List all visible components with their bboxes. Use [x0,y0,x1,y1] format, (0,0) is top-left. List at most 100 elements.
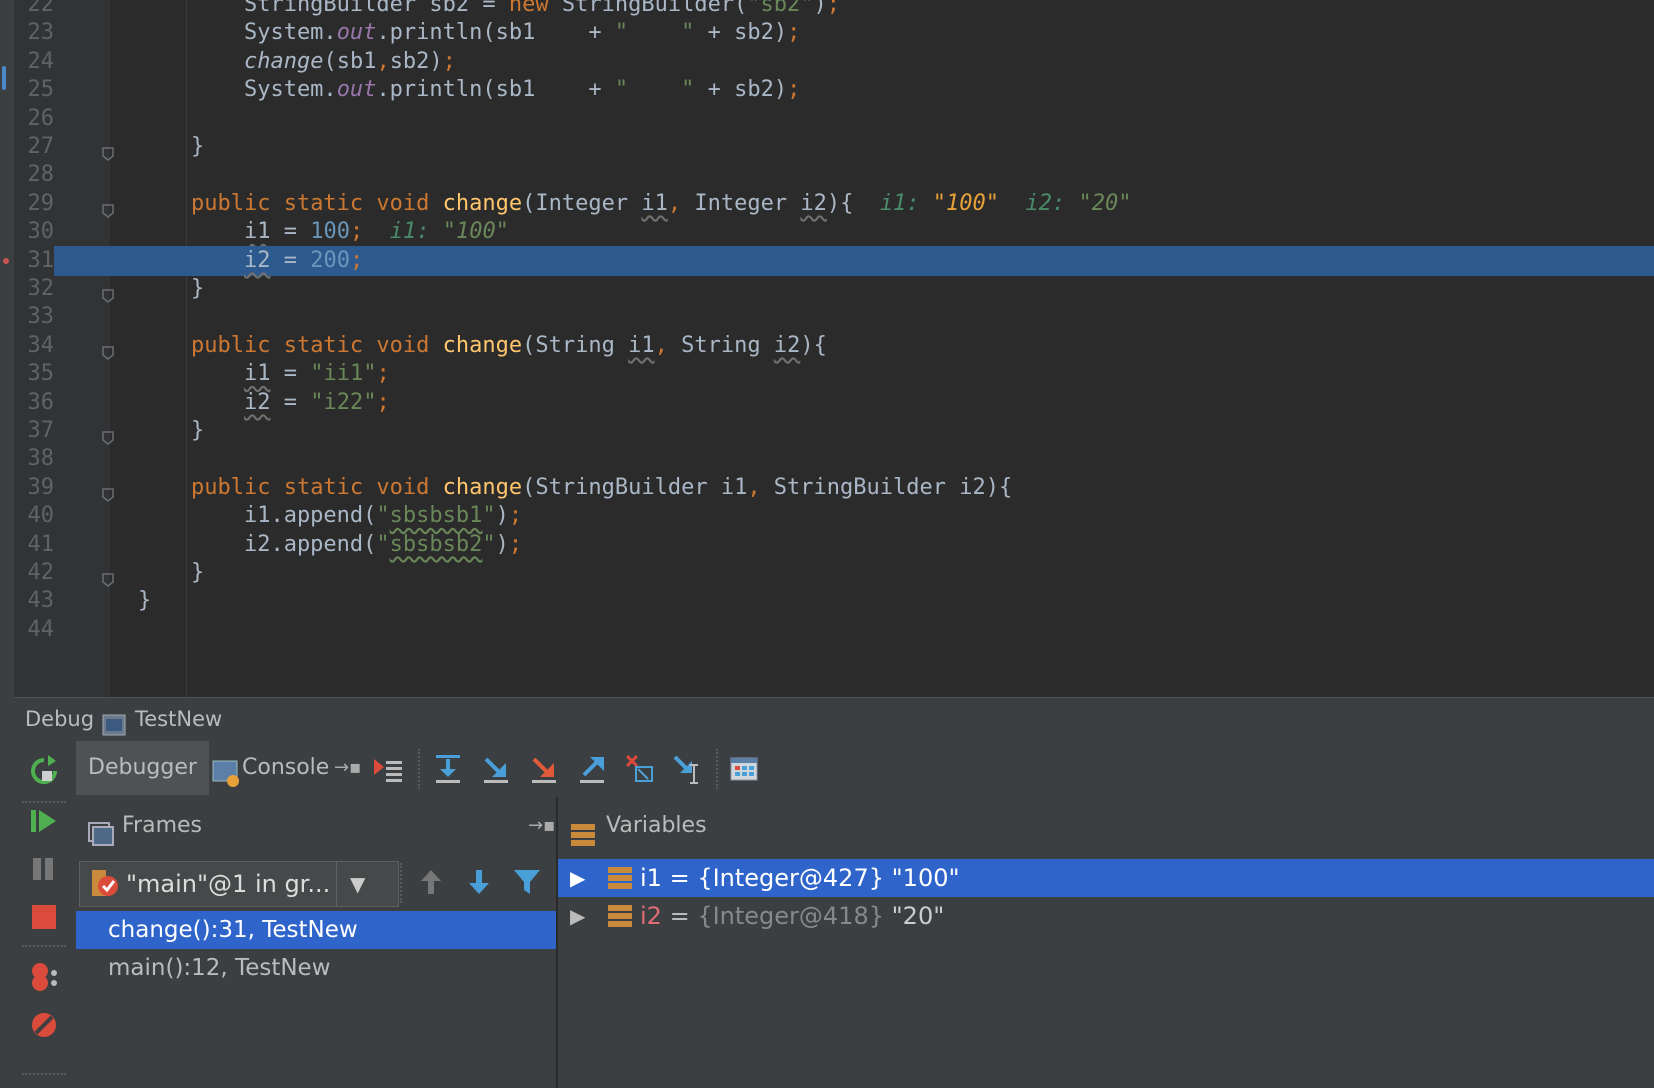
line-number[interactable]: 32 [14,274,55,304]
line-number[interactable]: 28 [14,160,55,190]
tab-console[interactable]: Console [202,741,341,795]
line-number[interactable]: 29 [14,189,55,219]
code-line[interactable]: 35 i1 = "ii1"; [14,359,1654,389]
mute-breakpoints-icon[interactable] [28,1009,60,1045]
line-number[interactable]: 38 [14,444,55,474]
force-step-into-icon[interactable] [528,753,560,785]
frames-pin-icon[interactable]: →▪ [528,797,555,855]
field-icon [608,903,632,941]
code-line[interactable]: 23 System.out.println(sb1 + " " + sb2); [14,18,1654,48]
code-line[interactable]: 32 } [14,274,1654,304]
code-text: i1 = 100; i1: "100" [243,219,509,245]
code-line[interactable]: 39 public static void change(StringBuild… [14,473,1654,503]
evaluate-expression-icon[interactable] [728,753,760,785]
fold-marker-icon[interactable] [102,566,114,587]
code-line[interactable]: 42 } [14,558,1654,588]
chevron-down-icon: ▼ [350,872,366,896]
code-text: System.out.println(sb1 + " " + sb2); [138,77,801,103]
expand-triangle-icon[interactable]: ▶ [570,859,585,897]
code-line[interactable]: 28 [14,160,1654,190]
debug-title: Debug [25,707,95,731]
code-line[interactable]: 29 public static void change(Integer i1,… [14,189,1654,219]
debug-side-toolbar [14,739,77,1088]
line-number[interactable]: 33 [14,302,55,332]
code-line[interactable]: 37 } [14,416,1654,446]
line-number[interactable]: 23 [14,18,55,48]
pause-icon[interactable] [30,855,58,887]
variables-label: Variables [606,813,707,838]
line-number[interactable]: 25 [14,75,55,105]
thread-label: "main"@1 in gr... [126,870,331,898]
line-number[interactable]: 40 [14,501,55,531]
drop-frame-icon[interactable] [624,753,656,785]
code-line[interactable]: 26 [14,104,1654,134]
fold-marker-icon[interactable] [102,282,114,303]
line-number[interactable]: 24 [14,47,55,77]
line-number[interactable]: 44 [14,615,55,645]
code-text: i2.append("sbsbsb2"); [138,531,523,557]
code-line[interactable]: 40 i1.append("sbsbsb1"); [14,501,1654,531]
resume-icon[interactable] [28,805,60,841]
code-line[interactable]: 24 change(sb1,sb2); [14,47,1654,77]
code-line[interactable]: 22 StringBuilder sb2 = new StringBuilder… [14,0,1654,20]
fold-marker-icon[interactable] [102,424,114,445]
fold-marker-icon[interactable] [102,481,114,502]
variable-text: i1 = {Integer@427} "100" [640,864,960,892]
code-line[interactable]: 44 [14,615,1654,645]
line-number[interactable]: 31 [14,245,54,276]
step-into-icon[interactable] [480,753,512,785]
rerun-icon[interactable] [28,755,60,791]
line-number[interactable]: 27 [14,132,55,162]
code-line[interactable]: 31 i2 = 200; [14,245,1654,276]
line-number[interactable]: 34 [14,331,55,361]
pin-icon[interactable]: →▪ [334,757,361,778]
code-line[interactable]: 36 i2 = "i22"; [14,388,1654,418]
frames-label: Frames [122,813,203,838]
variable-row[interactable]: ▶ i1 = {Integer@427} "100" [558,859,1654,897]
next-frame-icon[interactable] [464,867,494,901]
line-number[interactable]: 41 [14,530,55,560]
line-number[interactable]: 43 [14,586,55,616]
expand-triangle-icon[interactable]: ▶ [570,897,585,935]
thread-icon [90,868,120,914]
line-number[interactable]: 22 [14,0,55,20]
line-number[interactable]: 39 [14,473,55,503]
code-line[interactable]: 25 System.out.println(sb1 + " " + sb2); [14,75,1654,105]
code-line[interactable]: 41 i2.append("sbsbsb2"); [14,530,1654,560]
view-breakpoints-icon[interactable] [28,961,60,997]
filter-icon[interactable] [512,867,542,901]
line-number[interactable]: 36 [14,388,55,418]
line-number[interactable]: 26 [14,104,55,134]
code-text: public static void change(Integer i1, In… [190,190,1132,216]
run-config-name[interactable]: TestNew [135,698,222,740]
code-line[interactable]: 30 i1 = 100; i1: "100" [14,217,1654,247]
line-number[interactable]: 42 [14,558,55,588]
tab-debugger[interactable]: Debugger [76,741,209,795]
frame-item[interactable]: main():12, TestNew [76,949,556,987]
code-line[interactable]: 43} [14,586,1654,616]
code-line[interactable]: 33 [14,302,1654,332]
previous-frame-icon[interactable] [416,867,446,901]
code-text: } [138,560,205,585]
code-line[interactable]: 34 public static void change(String i1, … [14,331,1654,361]
code-text: i1.append("sbsbsb1"); [138,503,523,529]
line-number[interactable]: 35 [14,359,55,389]
code-text: } [138,418,205,443]
frame-item[interactable]: change():31, TestNew [76,911,556,949]
run-to-cursor-icon[interactable] [672,753,704,785]
line-number[interactable]: 37 [14,416,55,446]
code-line[interactable]: 27 } [14,132,1654,162]
fold-marker-icon[interactable] [102,197,114,218]
step-over-icon[interactable] [432,753,464,785]
stop-icon[interactable] [30,903,58,935]
fold-marker-icon[interactable] [102,140,114,161]
fold-marker-icon[interactable] [102,339,114,360]
variable-row[interactable]: ▶ i2 = {Integer@418} "20" [558,897,1654,935]
line-number[interactable]: 30 [14,217,55,247]
code-editor[interactable]: 22 StringBuilder sb2 = new StringBuilder… [14,0,1654,697]
code-text: public static void change(StringBuilder … [190,474,1013,500]
thread-selector[interactable]: "main"@1 in gr... ▼ [79,861,399,907]
show-execution-point-icon[interactable] [372,753,404,785]
step-out-icon[interactable] [576,753,608,785]
code-line[interactable]: 38 [14,444,1654,474]
